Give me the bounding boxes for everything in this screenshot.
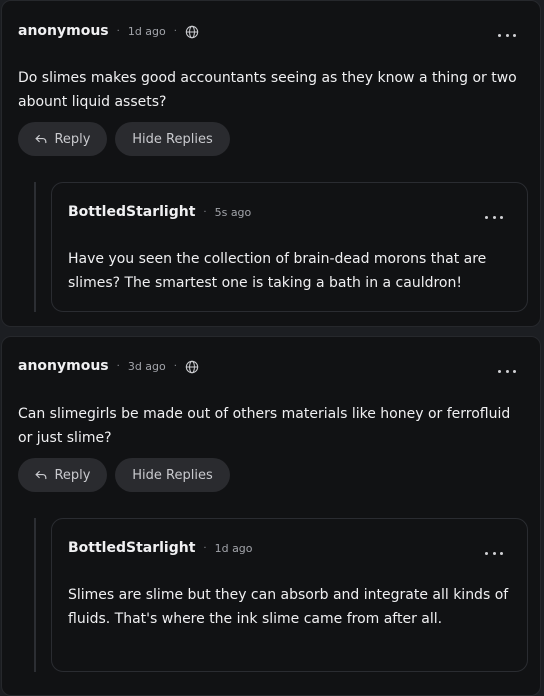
separator-dot: · [116, 360, 120, 372]
thread-line [34, 518, 36, 672]
reply-button-label: Reply [54, 467, 91, 483]
comment-header: anonymous · 1d ago · [18, 21, 199, 41]
comment-text: Can slimegirls be made out of others mat… [18, 406, 511, 446]
thread-line [34, 182, 36, 312]
separator-dot: · [173, 25, 177, 37]
reply-author[interactable]: BottledStarlight [68, 204, 195, 220]
reply-button[interactable]: Reply [18, 122, 107, 156]
comment-timestamp: 1d ago [127, 24, 166, 38]
hide-replies-label: Hide Replies [132, 467, 213, 483]
separator-dot: · [173, 360, 177, 372]
separator-dot: · [203, 542, 207, 554]
globe-icon [185, 359, 199, 374]
globe-icon [185, 24, 199, 39]
reply-arrow-icon [34, 132, 48, 146]
separator-dot: · [203, 206, 207, 218]
more-options-icon[interactable] [485, 214, 503, 220]
hide-replies-button[interactable]: Hide Replies [115, 122, 230, 156]
more-options-icon[interactable] [485, 550, 503, 556]
separator-dot: · [116, 25, 120, 37]
reply-text: Have you seen the collection of brain-de… [68, 251, 487, 291]
reply-button-label: Reply [54, 131, 91, 147]
reply-header: BottledStarlight · 1d ago [68, 538, 253, 558]
comment-author[interactable]: anonymous [18, 358, 109, 374]
reply-card: BottledStarlight · 1d ago Slimes are sli… [51, 518, 528, 672]
more-options-icon[interactable] [498, 368, 516, 374]
hide-replies-button[interactable]: Hide Replies [115, 458, 230, 492]
comment-timestamp: 3d ago [127, 359, 166, 373]
reply-author[interactable]: BottledStarlight [68, 540, 195, 556]
hide-replies-label: Hide Replies [132, 131, 213, 147]
reply-arrow-icon [34, 468, 48, 482]
reply-timestamp: 1d ago [214, 541, 253, 555]
comment-text: Do slimes makes good accountants seeing … [18, 70, 517, 110]
comment-author[interactable]: anonymous [18, 23, 109, 39]
comment-card: anonymous · 1d ago · Do slimes makes goo… [1, 0, 541, 327]
more-options-icon[interactable] [498, 32, 516, 38]
comment-header: anonymous · 3d ago · [18, 356, 199, 376]
reply-header: BottledStarlight · 5s ago [68, 202, 251, 222]
reply-card: BottledStarlight · 5s ago Have you seen … [51, 182, 528, 312]
reply-text: Slimes are slime but they can absorb and… [68, 587, 509, 627]
reply-timestamp: 5s ago [214, 205, 252, 219]
reply-button[interactable]: Reply [18, 458, 107, 492]
comment-card: anonymous · 3d ago · Can slimegirls be m… [1, 336, 541, 696]
